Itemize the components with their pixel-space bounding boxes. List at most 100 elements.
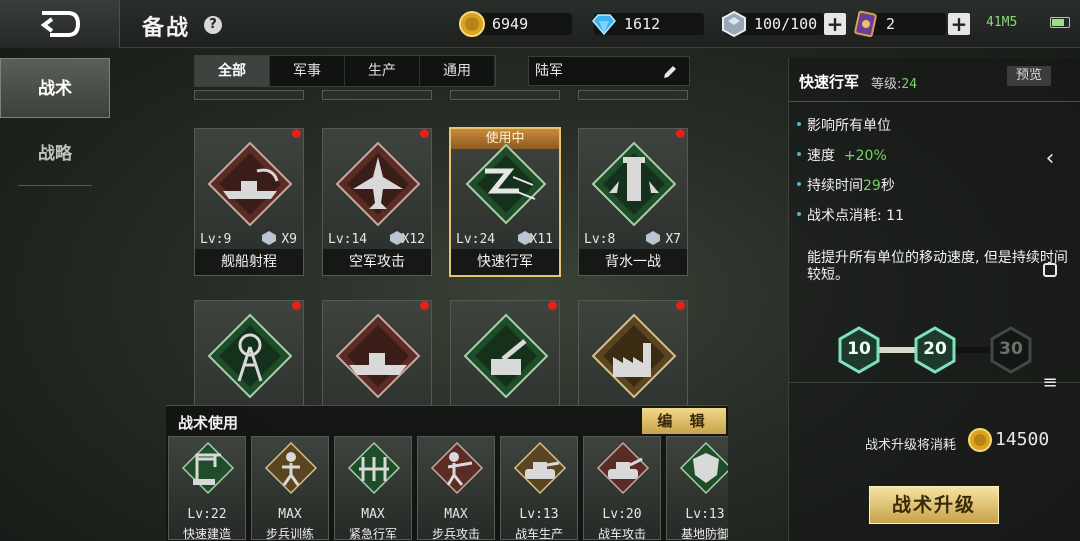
tactic-card[interactable] xyxy=(194,300,304,405)
level-value: 24 xyxy=(901,77,918,92)
card-count: X11 xyxy=(529,232,553,247)
edit-button[interactable]: 编 辑 xyxy=(642,408,726,434)
tactic-card[interactable] xyxy=(450,300,560,405)
emergency-march-icon xyxy=(347,441,401,495)
jet-attack-icon xyxy=(335,141,421,227)
slot-name: 基地防御 xyxy=(680,527,728,541)
tactic-card[interactable]: Lv:14 X12 空军攻击 xyxy=(322,128,432,276)
tactic-card-selected[interactable]: 使用中 Lv:24 X11 快速行军 xyxy=(449,127,561,277)
upgrade-cost-value: 14500 xyxy=(995,429,1050,450)
usage-slot[interactable]: Lv:22 快速建造 xyxy=(168,436,246,541)
slot-level: Lv:13 xyxy=(519,507,559,522)
warship-icon xyxy=(335,313,421,399)
battery-icon xyxy=(1050,17,1070,28)
usage-slot[interactable]: Lv:13 基地防御 xyxy=(666,436,728,541)
infantry-training-icon xyxy=(264,441,318,495)
slot-level: Lv:20 xyxy=(602,507,642,522)
stat-duration-value: 29 xyxy=(863,178,881,194)
card-count: X12 xyxy=(401,232,425,247)
upgrade-cost-label: 战术升级将消耗 xyxy=(865,438,957,453)
filter-production[interactable]: 生产 xyxy=(345,56,420,86)
card-level: Lv:24 xyxy=(456,232,496,247)
usage-slot[interactable]: MAX 步兵训练 xyxy=(251,436,329,541)
help-icon[interactable]: ? xyxy=(204,16,222,34)
slot-name: 紧急行军 xyxy=(348,527,397,541)
notification-dot xyxy=(420,301,429,310)
side-tab-tactics[interactable]: 战术 xyxy=(0,58,110,118)
stat-cost: 战术点消耗: 11 xyxy=(797,205,904,225)
slot-name: 战车攻击 xyxy=(597,527,646,541)
usage-slot[interactable]: MAX 紧急行军 xyxy=(334,436,412,541)
stat-duration-label: 持续时间 xyxy=(807,178,863,194)
filter-all[interactable]: 全部 xyxy=(195,56,270,86)
usage-slot[interactable]: MAX 步兵攻击 xyxy=(417,436,495,541)
stat-duration-unit: 秒 xyxy=(880,178,895,194)
search-value: 陆军 xyxy=(535,63,563,79)
search-input[interactable]: 陆军 xyxy=(528,56,690,86)
detail-title: 快速行军 xyxy=(799,73,860,91)
milestone-label: 20 xyxy=(923,339,947,359)
notification-dot xyxy=(292,129,301,138)
nav-menu-icon[interactable]: ≡ xyxy=(1030,372,1070,393)
nav-back-icon[interactable]: ‹ xyxy=(1030,146,1070,171)
add-energy-button[interactable]: + xyxy=(824,13,846,35)
gold-coin-icon xyxy=(459,11,485,37)
stat-duration: 持续时间29秒 xyxy=(797,175,895,195)
energy-resource: 100/100 xyxy=(722,10,824,38)
notification-dot xyxy=(676,129,685,138)
tactic-card[interactable] xyxy=(578,300,688,405)
filter-military[interactable]: 军事 xyxy=(270,56,345,86)
milestone-label: 10 xyxy=(847,339,871,359)
notification-dot xyxy=(292,301,301,310)
card-level: Lv:14 xyxy=(328,232,368,247)
slot-name: 步兵攻击 xyxy=(431,527,480,541)
milestone-30: 30 xyxy=(987,326,1035,374)
diamond-resource: 1612 xyxy=(592,11,704,37)
fast-march-icon xyxy=(465,143,547,225)
gold-coin-icon xyxy=(968,428,992,452)
ship-range-icon xyxy=(207,141,293,227)
slot-level: MAX xyxy=(444,507,468,522)
crane-icon xyxy=(181,441,235,495)
gold-resource: 6949 xyxy=(459,11,572,37)
notification-dot xyxy=(676,301,685,310)
add-card-button[interactable]: + xyxy=(948,13,970,35)
notification-dot xyxy=(548,301,557,310)
filter-tabs: 全部 军事 生产 通用 xyxy=(194,55,496,87)
card-name: 快速行军 xyxy=(451,249,559,275)
factory-icon xyxy=(591,313,677,399)
side-tab-strategy[interactable]: 战略 xyxy=(0,124,110,184)
preview-button[interactable]: 预览 xyxy=(1007,66,1051,86)
network-status: 41M5 xyxy=(986,15,1018,30)
filter-general[interactable]: 通用 xyxy=(420,56,495,86)
last-stand-icon xyxy=(591,141,677,227)
tactic-card[interactable]: Lv:9 X9 舰船射程 xyxy=(194,128,304,276)
card-count: X7 xyxy=(665,232,681,247)
purple-card-icon xyxy=(854,10,877,38)
stat-speed-label: 速度 xyxy=(807,148,835,164)
diamond-icon xyxy=(592,14,616,36)
crystal-icon xyxy=(646,231,660,245)
top-bar: 备战 ? 6949 1612 100/100 + 2 + 41M5 xyxy=(0,0,1080,48)
artillery-icon xyxy=(463,313,549,399)
pencil-icon[interactable] xyxy=(661,63,679,81)
slot-name: 步兵训练 xyxy=(265,527,314,541)
tactic-usage-panel: 战术使用 编 辑 Lv:22 快速建造 MAX 步兵训练 MAX 紧急行军 MA… xyxy=(166,405,728,541)
divider xyxy=(789,101,1080,102)
tactic-card[interactable]: Lv:8 X7 背水一战 xyxy=(578,128,688,276)
card-name: 空军攻击 xyxy=(323,249,431,275)
notification-dot xyxy=(420,129,429,138)
system-nav: ‹ ≡ xyxy=(1030,140,1070,400)
milestone-10: 10 xyxy=(835,326,883,374)
back-arrow-icon xyxy=(40,11,80,37)
usage-slot[interactable]: Lv:20 战车攻击 xyxy=(583,436,661,541)
slot-level: MAX xyxy=(361,507,385,522)
stat-speed-value: +20% xyxy=(843,148,887,164)
usage-slot[interactable]: Lv:13 战车生产 xyxy=(500,436,578,541)
tactic-card[interactable] xyxy=(322,300,432,405)
card-name: 背水一战 xyxy=(579,249,687,275)
nav-home-icon[interactable] xyxy=(1030,258,1070,282)
upgrade-button[interactable]: 战术升级 xyxy=(869,486,999,524)
back-button[interactable] xyxy=(0,0,120,48)
card-level: Lv:9 xyxy=(200,232,232,247)
